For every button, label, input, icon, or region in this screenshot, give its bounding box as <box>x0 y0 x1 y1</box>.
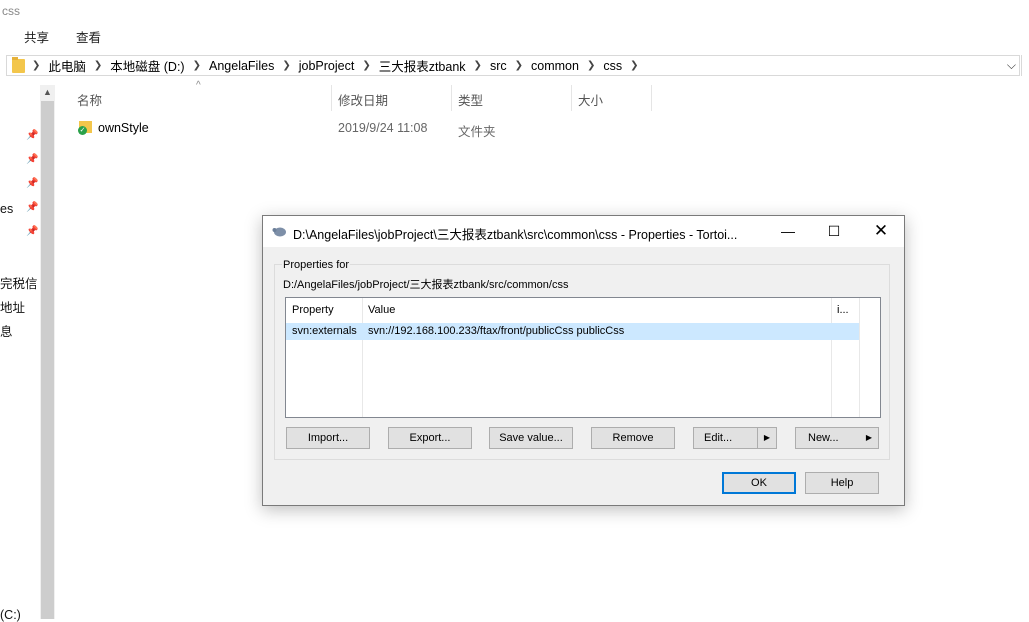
split-arrow-icon[interactable]: ▶ <box>757 428 776 448</box>
table-row[interactable]: svn:externals svn://192.168.100.233/ftax… <box>286 323 859 340</box>
nav-item[interactable]: 完税信 <box>0 273 38 292</box>
crumb-drive-d[interactable]: 本地磁盘 (D:) <box>105 56 189 75</box>
crumb-ztbank[interactable]: 三大报表ztbank <box>374 56 471 75</box>
crumb-common[interactable]: common <box>526 59 584 73</box>
help-button[interactable]: Help <box>805 472 879 494</box>
chevron-right-icon[interactable]: ❯ <box>29 60 43 71</box>
save-value-button[interactable]: Save value... <box>489 427 573 449</box>
column-divider[interactable] <box>831 298 832 417</box>
crumb-jobproject[interactable]: jobProject <box>294 59 360 73</box>
file-date: 2019/9/24 11:08 <box>338 121 428 135</box>
maximize-icon[interactable]: ☐ <box>811 216 857 247</box>
new-split-button[interactable]: New... ▶ <box>795 427 879 449</box>
sort-up-icon: ^ <box>196 80 201 91</box>
export-button[interactable]: Export... <box>388 427 472 449</box>
navigation-pane: 📌 📌 📌 es 📌 📌 完税信 地址 息 (C:) <box>0 85 40 622</box>
dialog-titlebar[interactable]: D:\AngelaFiles\jobProject\三大报表ztbank\src… <box>263 216 904 247</box>
column-divider[interactable] <box>651 85 652 111</box>
pin-icon[interactable]: 📌 <box>26 178 38 189</box>
file-name[interactable]: ownStyle <box>98 121 149 135</box>
breadcrumb: ❯ 此电脑 ❯ 本地磁盘 (D:) ❯ AngelaFiles ❯ jobPro… <box>29 56 641 75</box>
minimize-icon[interactable]: — <box>765 216 811 247</box>
window-title: css <box>2 4 20 18</box>
chevron-right-icon[interactable]: ❯ <box>91 60 105 71</box>
tab-view[interactable]: 查看 <box>76 27 101 46</box>
refresh-area[interactable] <box>1021 55 1029 76</box>
column-header-type[interactable]: 类型 <box>458 90 483 109</box>
chevron-right-icon[interactable]: ❯ <box>512 60 526 71</box>
tab-share[interactable]: 共享 <box>24 27 49 46</box>
list-header-info[interactable]: i... <box>837 304 849 316</box>
column-header-date[interactable]: 修改日期 <box>338 90 388 109</box>
nav-item[interactable]: es <box>0 202 13 216</box>
close-icon[interactable]: ✕ <box>858 216 904 247</box>
chevron-right-icon[interactable]: ❯ <box>584 60 598 71</box>
remove-button[interactable]: Remove <box>591 427 675 449</box>
list-header-value[interactable]: Value <box>368 304 395 316</box>
property-value: svn://192.168.100.233/ftax/front/publicC… <box>368 325 625 337</box>
column-header-size[interactable]: 大小 <box>578 90 603 109</box>
pin-icon[interactable]: 📌 <box>26 202 38 213</box>
list-header-property[interactable]: Property <box>292 304 334 316</box>
column-header-name[interactable]: 名称 <box>77 90 102 109</box>
column-divider[interactable] <box>571 85 572 111</box>
scrollbar-thumb[interactable] <box>41 101 54 619</box>
import-button[interactable]: Import... <box>286 427 370 449</box>
chevron-right-icon[interactable]: ❯ <box>190 60 204 71</box>
chevron-down-icon[interactable]: ⌵ <box>1007 58 1016 73</box>
tortoise-icon <box>272 227 286 237</box>
chevron-right-icon[interactable]: ❯ <box>279 60 293 71</box>
property-name: svn:externals <box>292 325 357 337</box>
pin-icon[interactable]: 📌 <box>26 226 38 237</box>
crumb-src[interactable]: src <box>485 59 512 73</box>
ok-button[interactable]: OK <box>722 472 796 494</box>
svn-folder-icon: ✓ <box>78 121 92 135</box>
chevron-right-icon[interactable]: ❯ <box>471 60 485 71</box>
chevron-right-icon[interactable]: ❯ <box>359 60 373 71</box>
pin-icon[interactable]: 📌 <box>26 130 38 141</box>
address-bar[interactable]: ❯ 此电脑 ❯ 本地磁盘 (D:) ❯ AngelaFiles ❯ jobPro… <box>6 55 1020 76</box>
file-type: 文件夹 <box>458 125 496 139</box>
crumb-angelafiles[interactable]: AngelaFiles <box>204 59 279 73</box>
edit-split-button[interactable]: Edit... ▶ <box>693 427 777 449</box>
column-divider[interactable] <box>362 298 363 417</box>
nav-item[interactable]: (C:) <box>0 608 21 622</box>
column-divider[interactable] <box>451 85 452 111</box>
nav-item[interactable]: 地址 <box>0 297 25 316</box>
crumb-css[interactable]: css <box>598 59 627 73</box>
nav-item[interactable]: 息 <box>0 321 13 340</box>
nav-scrollbar[interactable]: ▲ <box>40 85 55 619</box>
column-divider[interactable] <box>859 298 860 417</box>
properties-path: D:/AngelaFiles/jobProject/三大报表ztbank/src… <box>283 279 569 291</box>
crumb-this-pc[interactable]: 此电脑 <box>43 56 91 75</box>
column-divider[interactable] <box>331 85 332 111</box>
group-label: Properties for <box>282 259 351 271</box>
pin-icon[interactable]: 📌 <box>26 154 38 165</box>
dialog-title: D:\AngelaFiles\jobProject\三大报表ztbank\src… <box>293 228 738 242</box>
properties-list[interactable]: Property Value i... svn:externals svn://… <box>285 297 881 418</box>
scroll-up-icon[interactable]: ▲ <box>43 87 52 97</box>
split-arrow-icon[interactable]: ▶ <box>860 428 878 448</box>
chevron-right-icon[interactable]: ❯ <box>627 60 641 71</box>
folder-icon <box>12 57 25 73</box>
properties-dialog: D:\AngelaFiles\jobProject\三大报表ztbank\src… <box>262 215 905 506</box>
